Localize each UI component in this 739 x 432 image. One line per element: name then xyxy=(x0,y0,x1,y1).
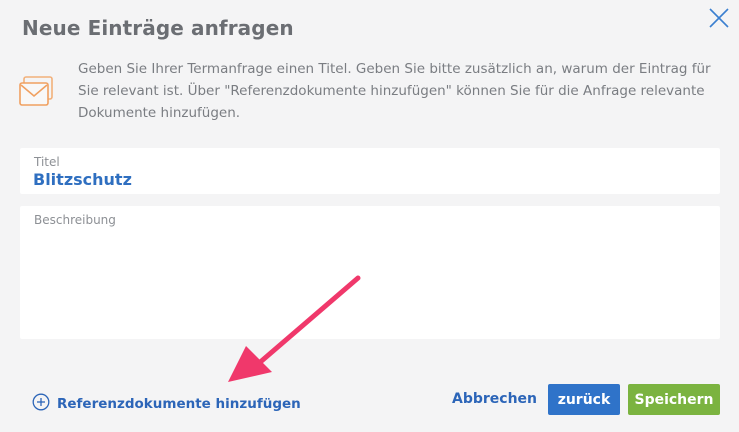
title-field-value[interactable]: Blitzschutz xyxy=(33,170,132,189)
close-icon[interactable] xyxy=(706,5,732,31)
description-field[interactable]: Beschreibung xyxy=(20,206,720,339)
title-field[interactable]: Titel Blitzschutz xyxy=(20,148,720,194)
add-reference-documents-link[interactable]: Referenzdokumente hinzufügen xyxy=(32,390,301,414)
title-field-label: Titel xyxy=(34,155,60,169)
description-field-label: Beschreibung xyxy=(34,213,116,227)
cancel-button[interactable]: Abbrechen xyxy=(452,391,537,407)
dialog-title: Neue Einträge anfragen xyxy=(22,16,294,40)
intro-text: Geben Sie Ihrer Termanfrage einen Titel.… xyxy=(78,61,711,121)
intro-section: Geben Sie Ihrer Termanfrage einen Titel.… xyxy=(18,58,718,128)
save-button[interactable]: Speichern xyxy=(628,384,720,415)
add-reference-documents-label: Referenzdokumente hinzufügen xyxy=(57,396,301,412)
request-entries-dialog: Neue Einträge anfragen Geben Sie Ihrer T… xyxy=(0,0,739,432)
back-button[interactable]: zurück xyxy=(548,384,620,415)
plus-circle-icon xyxy=(32,393,50,411)
envelope-icon xyxy=(18,75,54,109)
